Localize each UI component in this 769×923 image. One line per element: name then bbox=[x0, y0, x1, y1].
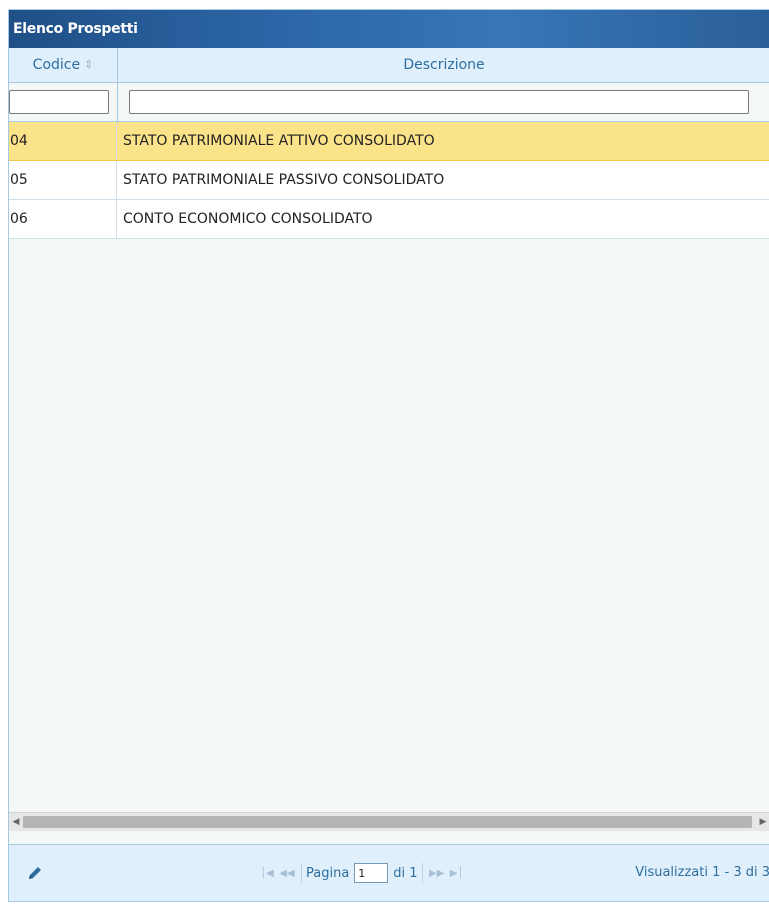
grid-title-bar: Elenco Prospetti bbox=[9, 10, 769, 48]
pager: │◀ ◀◀ Pagina di 1 ▶▶ ▶│ Visualizzati 1 -… bbox=[9, 844, 769, 901]
filter-cell-descrizione bbox=[118, 83, 769, 121]
prev-page-icon[interactable]: ◀◀ bbox=[277, 868, 297, 879]
table-row[interactable]: 06 CONTO ECONOMICO CONSOLIDATO bbox=[9, 200, 769, 239]
filter-row bbox=[9, 83, 769, 122]
pager-separator bbox=[421, 863, 423, 883]
scrollbar-thumb[interactable] bbox=[23, 816, 752, 828]
last-page-icon[interactable]: ▶│ bbox=[447, 868, 467, 879]
grid-title: Elenco Prospetti bbox=[13, 21, 138, 37]
scroll-right-icon[interactable]: ▶ bbox=[756, 817, 769, 827]
sort-icon[interactable]: ⇕ bbox=[84, 48, 93, 82]
column-header-descrizione-label: Descrizione bbox=[403, 57, 485, 73]
page-count-label: di 1 bbox=[393, 865, 418, 881]
grid-empty-area bbox=[9, 239, 769, 812]
filter-codice-input[interactable] bbox=[9, 90, 109, 114]
records-info: Visualizzati 1 - 3 di 3 bbox=[635, 865, 769, 880]
horizontal-scrollbar[interactable]: ◀ ▶ bbox=[9, 812, 769, 831]
scroll-left-icon[interactable]: ◀ bbox=[9, 817, 23, 827]
table-row[interactable]: 04 STATO PATRIMONIALE ATTIVO CONSOLIDATO bbox=[9, 122, 769, 161]
prospetti-grid: Elenco Prospetti Codice ⇕ Descrizione 04 … bbox=[8, 9, 769, 902]
cell-descrizione: STATO PATRIMONIALE PASSIVO CONSOLIDATO bbox=[123, 172, 445, 188]
column-header-codice[interactable]: Codice ⇕ bbox=[9, 48, 118, 82]
cell-descrizione: CONTO ECONOMICO CONSOLIDATO bbox=[123, 211, 373, 227]
filter-descrizione-input[interactable] bbox=[129, 90, 749, 114]
next-page-icon[interactable]: ▶▶ bbox=[427, 868, 447, 879]
column-header-descrizione[interactable]: Descrizione bbox=[118, 48, 769, 82]
column-header-codice-label: Codice bbox=[32, 57, 81, 73]
cell-descrizione: STATO PATRIMONIALE ATTIVO CONSOLIDATO bbox=[123, 133, 435, 149]
column-headers: Codice ⇕ Descrizione bbox=[9, 48, 769, 83]
cell-codice: 05 bbox=[9, 161, 117, 199]
cell-codice: 06 bbox=[9, 200, 117, 238]
cell-codice: 04 bbox=[9, 122, 117, 160]
pager-separator bbox=[301, 863, 302, 883]
filter-cell-codice bbox=[9, 83, 118, 121]
pager-navigation: │◀ ◀◀ Pagina di 1 ▶▶ ▶│ bbox=[257, 862, 467, 884]
page-number-input[interactable] bbox=[354, 863, 389, 883]
pencil-icon[interactable] bbox=[25, 863, 45, 883]
table-row[interactable]: 05 STATO PATRIMONIALE PASSIVO CONSOLIDAT… bbox=[9, 161, 769, 200]
first-page-icon[interactable]: │◀ bbox=[257, 868, 277, 879]
page-label: Pagina bbox=[306, 865, 350, 881]
